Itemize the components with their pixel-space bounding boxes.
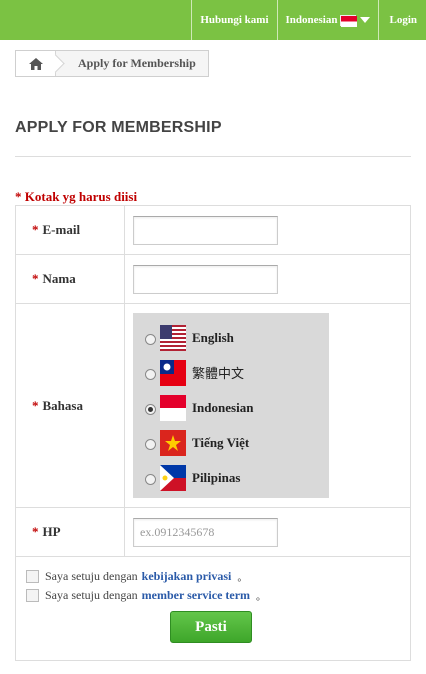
taiwan-flag-icon — [160, 359, 186, 386]
top-navigation-bar: Hubungi kami Indonesian Login — [0, 0, 426, 40]
language-name: Indonesian — [192, 399, 254, 415]
agreement-text: Saya setuju dengan — [45, 569, 138, 583]
service-terms-link[interactable]: member service term — [142, 588, 250, 603]
name-field-cell — [124, 254, 411, 304]
login-label: Login — [389, 14, 417, 26]
agreement-cell: Saya setuju dengan kebijakan privasi 。 S… — [15, 556, 411, 661]
language-radio-filipino[interactable] — [145, 473, 156, 485]
title-divider — [15, 156, 411, 157]
philippines-flag-icon — [160, 464, 186, 491]
indonesia-flag-icon — [160, 394, 186, 421]
breadcrumb-home-button[interactable] — [16, 51, 56, 76]
language-field-cell: English 繁體中文 Indonesian Tiếng Việt Pilip… — [124, 303, 411, 508]
us-flag-icon — [160, 324, 186, 351]
required-mark: * — [32, 524, 39, 539]
vietnam-flag-icon — [160, 429, 186, 456]
indonesia-flag-icon — [340, 14, 358, 27]
language-name: 繁體中文 — [192, 366, 245, 381]
language-radio-indonesian[interactable] — [145, 403, 156, 415]
phone-label: HP — [42, 524, 61, 539]
required-mark: * — [32, 271, 39, 286]
privacy-policy-link[interactable]: kebijakan privasi — [142, 569, 232, 584]
language-label: Bahasa — [42, 397, 83, 413]
membership-form: * E-mail * Nama * Bahasa English 繁體中文 In… — [15, 205, 411, 661]
language-name: Pilipinas — [192, 469, 241, 485]
agreement-row: Saya setuju dengan kebijakan privasi 。 S… — [15, 556, 411, 661]
phone-label-cell: * HP — [15, 507, 125, 557]
language-option-english[interactable]: English — [145, 320, 329, 355]
language-label-cell: * Bahasa — [15, 303, 125, 508]
page-title: APPLY FOR MEMBERSHIP — [15, 119, 222, 136]
required-fields-note: * Kotak yg harus diisi — [15, 189, 138, 204]
email-field[interactable] — [133, 215, 278, 245]
email-row: * E-mail — [15, 205, 411, 255]
name-row: * Nama — [15, 254, 411, 304]
phone-field[interactable]: ex.0912345678 — [133, 517, 278, 547]
breadcrumb-current: Apply for Membership — [78, 56, 196, 70]
contact-us-link[interactable]: Hubungi kami — [191, 0, 276, 40]
language-radio-english[interactable] — [145, 333, 156, 345]
login-link[interactable]: Login — [378, 0, 426, 40]
language-selector-label: Indonesian — [285, 14, 338, 26]
language-row: * Bahasa English 繁體中文 Indonesian Tiếng V… — [15, 303, 411, 508]
language-radio-chinese[interactable] — [145, 368, 156, 380]
agreement-text: Saya setuju dengan — [45, 588, 138, 602]
name-label-cell: * Nama — [15, 254, 125, 304]
required-mark: * — [32, 222, 39, 237]
name-label: Nama — [42, 271, 76, 286]
language-option-filipino[interactable]: Pilipinas — [145, 460, 329, 495]
language-radio-vietnamese[interactable] — [145, 438, 156, 450]
chevron-down-icon — [360, 17, 371, 23]
language-option-chinese[interactable]: 繁體中文 — [145, 355, 329, 390]
submit-button[interactable]: Pasti — [170, 611, 252, 643]
submit-wrapper: Pasti — [26, 611, 410, 643]
phone-field-cell: ex.0912345678 — [124, 507, 411, 557]
contact-us-label: Hubungi kami — [200, 14, 269, 26]
language-option-indonesian[interactable]: Indonesian — [145, 390, 329, 425]
name-field[interactable] — [133, 264, 278, 294]
email-field-cell — [124, 205, 411, 255]
terms-checkbox[interactable] — [26, 589, 39, 602]
required-mark: * — [32, 397, 39, 413]
phone-row: * HP ex.0912345678 — [15, 507, 411, 557]
terms-agreement: Saya setuju dengan member service term 。 — [26, 586, 410, 605]
breadcrumb: Apply for Membership — [15, 50, 209, 77]
privacy-agreement: Saya setuju dengan kebijakan privasi 。 — [26, 567, 410, 586]
language-option-vietnamese[interactable]: Tiếng Việt — [145, 425, 329, 460]
language-name: Tiếng Việt — [192, 434, 250, 450]
home-icon — [28, 57, 44, 71]
language-selector[interactable]: Indonesian — [276, 0, 379, 40]
email-label-cell: * E-mail — [15, 205, 125, 255]
language-radio-group: English 繁體中文 Indonesian Tiếng Việt Pilip… — [133, 313, 329, 498]
agreement-punctuation: 。 — [237, 573, 248, 584]
privacy-checkbox[interactable] — [26, 570, 39, 583]
top-nav-links: Hubungi kami Indonesian Login — [191, 0, 426, 40]
language-name: English — [192, 329, 234, 345]
agreement-punctuation: 。 — [256, 592, 267, 603]
email-label: E-mail — [42, 222, 81, 237]
